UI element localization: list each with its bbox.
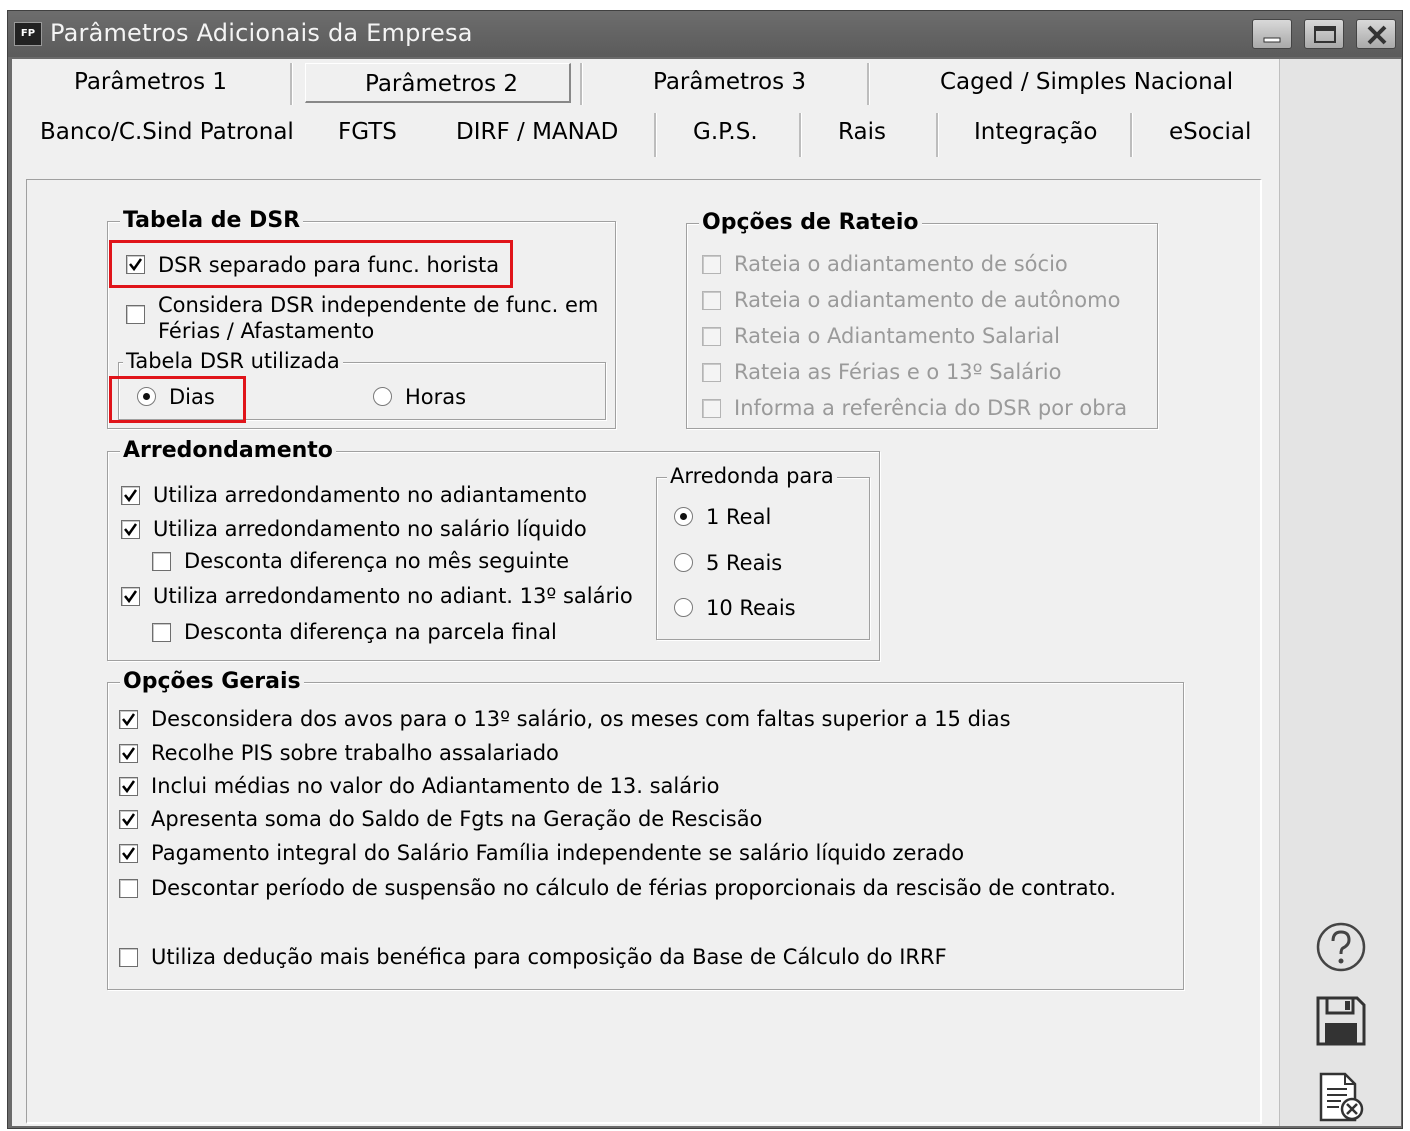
check-icon (122, 847, 136, 861)
side-toolbar (1279, 59, 1401, 1126)
dialog-client: Parâmetros 1 Parâmetros 2 Parâmetros 3 C… (12, 59, 1401, 1126)
help-icon (1316, 922, 1366, 972)
tab-strip: Parâmetros 1 Parâmetros 2 Parâmetros 3 C… (12, 59, 1274, 177)
maximize-button[interactable] (1304, 19, 1344, 49)
tab-parametros-2[interactable]: Parâmetros 2 (365, 71, 518, 97)
maximize-icon (1314, 26, 1336, 43)
tab-parametros-3[interactable]: Parâmetros 3 (653, 69, 806, 95)
group-opcoes-rateio: Opções de Rateio Rateia o adiantamento d… (686, 210, 1158, 429)
tab-banco-sind[interactable]: Banco/C.Sind Patronal (40, 119, 294, 145)
tab-separator (867, 63, 870, 105)
tab-esocial[interactable]: eSocial (1169, 119, 1251, 145)
group-title-dsr: Tabela de DSR (120, 208, 304, 233)
check-icon (122, 747, 136, 761)
window: FP Parâmetros Adicionais da Empresa Parâ… (7, 10, 1403, 1129)
tab-caged-simples[interactable]: Caged / Simples Nacional (940, 69, 1233, 95)
check-icon (124, 489, 138, 503)
group-title-gerais: Opções Gerais (120, 669, 304, 694)
group-opcoes-gerais: Opções Gerais Desconsidera dos avos para… (107, 669, 1184, 990)
save-button[interactable] (1280, 991, 1401, 1051)
group-title-rateio: Opções de Rateio (699, 210, 922, 235)
tab-fgts[interactable]: FGTS (338, 119, 397, 145)
group-title-arredonda-para: Arredonda para (667, 464, 837, 488)
check-icon (124, 590, 138, 604)
highlight-dias (109, 376, 246, 423)
group-arredondamento: Arredondamento Utiliza arredondamento no… (107, 438, 880, 661)
app-icon: FP (14, 22, 42, 46)
window-title: Parâmetros Adicionais da Empresa (50, 19, 473, 47)
minimize-button[interactable] (1252, 19, 1292, 49)
tab-separator (936, 113, 939, 157)
help-button[interactable] (1280, 917, 1401, 977)
close-icon (1367, 25, 1387, 45)
tab-separator (654, 113, 657, 157)
tab-dirf-manad[interactable]: DIRF / MANAD (456, 119, 618, 145)
save-icon (1316, 996, 1366, 1046)
check-icon (122, 780, 136, 794)
close-button[interactable] (1356, 19, 1396, 49)
tab-page-parametros-2: Tabela de DSR DSR separado para func. ho… (26, 179, 1262, 1124)
group-arredonda-para: Arredonda para 1 Real 5 Reais 10 Reais (656, 464, 870, 640)
tab-separator (290, 63, 293, 105)
tab-rais[interactable]: Rais (838, 119, 886, 145)
minimize-icon (1263, 37, 1281, 43)
cancel-button[interactable] (1280, 1067, 1401, 1127)
title-bar[interactable]: FP Parâmetros Adicionais da Empresa (8, 11, 1402, 57)
check-icon (122, 813, 136, 827)
check-icon (122, 713, 136, 727)
group-title-arredondamento: Arredondamento (120, 438, 336, 463)
tab-gps[interactable]: G.P.S. (693, 119, 758, 145)
tab-integracao[interactable]: Integração (974, 119, 1098, 145)
tab-separator (580, 63, 583, 105)
highlight-dsr-separado (109, 240, 513, 288)
tab-separator (1130, 113, 1133, 157)
cancel-document-icon (1319, 1072, 1364, 1122)
tab-parametros-1[interactable]: Parâmetros 1 (74, 69, 227, 95)
tab-separator (799, 113, 802, 157)
group-title-dsr-utilizada: Tabela DSR utilizada (123, 349, 343, 373)
check-icon (124, 523, 138, 537)
